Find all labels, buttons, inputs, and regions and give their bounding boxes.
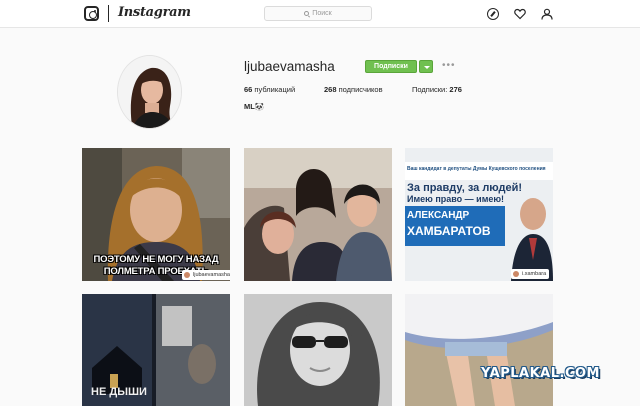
- top-navigation-bar: Instagram Поиск: [0, 0, 640, 28]
- search-icon: [304, 11, 310, 16]
- search-placeholder: Поиск: [312, 10, 332, 17]
- post-3-slogan-2: Имею право — имею!: [407, 194, 505, 204]
- instagram-wordmark[interactable]: Instagram: [118, 5, 191, 20]
- suggestions-dropdown-button[interactable]: [419, 60, 433, 73]
- post-thumbnail-4[interactable]: НЕ ДЫШИ: [82, 294, 230, 406]
- explore-compass-icon[interactable]: [487, 8, 499, 20]
- profile-user-icon[interactable]: [541, 8, 553, 20]
- followers-count: 268: [324, 85, 337, 94]
- post-5-image: [244, 294, 392, 406]
- logo-divider: [108, 5, 109, 22]
- yaplakal-watermark: YAPLAKAL.COM: [481, 366, 600, 381]
- more-options-button[interactable]: •••: [442, 60, 456, 72]
- post-3-name-2: ХАМБАРАТОВ: [407, 224, 491, 238]
- post-thumbnail-6[interactable]: [405, 294, 553, 406]
- post-thumbnail-3[interactable]: Ваш кандидат в депутаты Думы Кущевского …: [405, 148, 553, 281]
- search-input[interactable]: Поиск: [264, 6, 372, 21]
- post-2-image: [244, 148, 392, 281]
- post-1-tag-text: ljubaevamasha: [193, 272, 230, 278]
- post-3-name-1: АЛЕКСАНДР: [407, 210, 470, 221]
- post-6-image: [405, 294, 553, 406]
- posts-label: публикаций: [252, 85, 296, 94]
- instagram-camera-icon[interactable]: [84, 6, 99, 21]
- activity-heart-icon[interactable]: [514, 8, 526, 20]
- post-3-banner-top: Ваш кандидат в депутаты Думы Кущевского …: [407, 166, 546, 172]
- post-thumbnail-1[interactable]: ПОЭТОМУ НЕ МОГУ НАЗАД ПОЛМЕТРА ПРОЕХАТЬ …: [82, 148, 230, 281]
- profile-username: ljubaevamasha: [244, 59, 335, 74]
- following-stat[interactable]: Подписки: 276: [412, 85, 462, 94]
- following-label: Подписки:: [412, 85, 450, 94]
- following-button[interactable]: Подписки: [365, 60, 417, 73]
- followers-stat[interactable]: 268 подписчиков: [324, 85, 383, 94]
- post-3-slogan-1: За правду, за людей!: [407, 182, 523, 194]
- post-1-caption-line-1: ПОЭТОМУ НЕ МОГУ НАЗАД: [93, 254, 219, 265]
- post-3-tag-text: i.xambara: [522, 271, 547, 277]
- post-thumbnail-5[interactable]: [244, 294, 392, 406]
- posts-count-stat: 66 публикаций: [244, 85, 295, 94]
- tag-avatar-icon: [184, 272, 190, 278]
- post-1-user-tag: ljubaevamasha: [182, 270, 230, 280]
- followers-label: подписчиков: [336, 85, 383, 94]
- post-4-title: НЕ ДЫШИ: [91, 386, 147, 398]
- following-count: 276: [449, 85, 462, 94]
- post-3-user-tag: i.xambara: [511, 269, 550, 279]
- tag-avatar-icon: [513, 271, 519, 277]
- post-thumbnail-2[interactable]: [244, 148, 392, 281]
- profile-bio: ML🐼: [244, 102, 265, 111]
- profile-avatar[interactable]: [117, 55, 182, 129]
